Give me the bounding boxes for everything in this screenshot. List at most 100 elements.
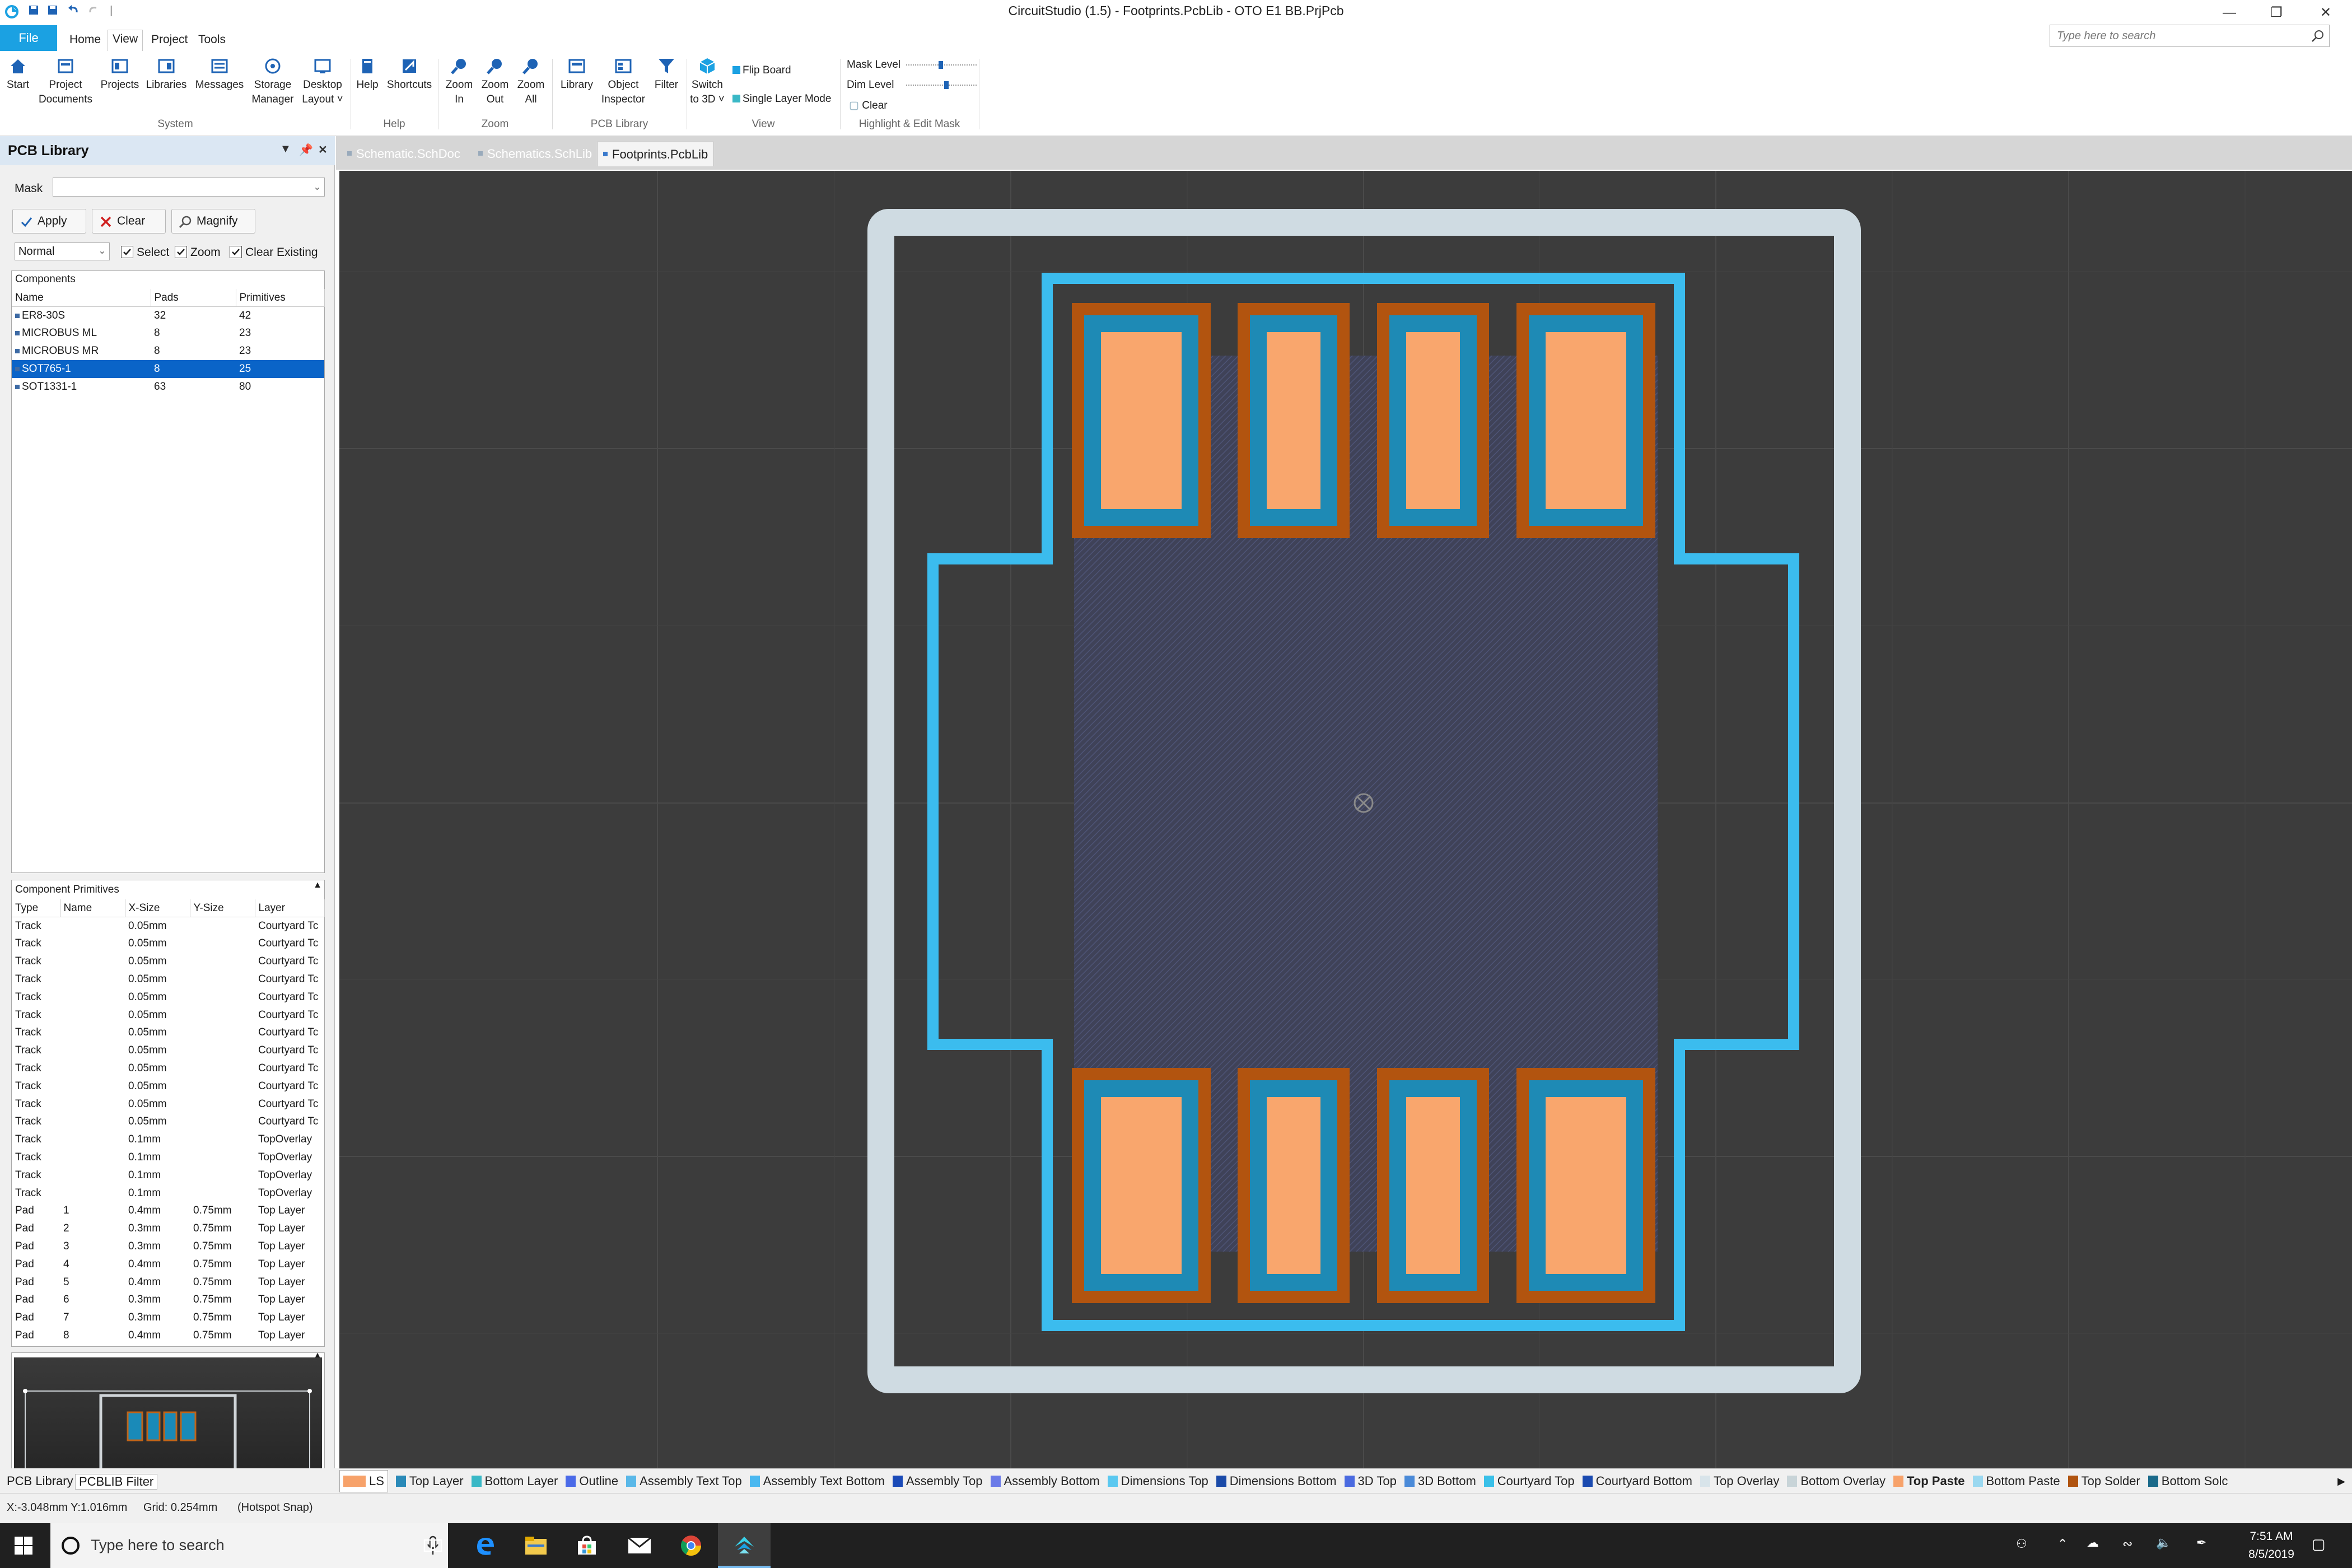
task-view-icon[interactable] xyxy=(423,1537,442,1555)
pad-5[interactable] xyxy=(1516,1068,1655,1303)
menu-project[interactable]: Project xyxy=(147,31,192,49)
layer-tab[interactable]: 3D Bottom xyxy=(1404,1469,1476,1493)
pad-7[interactable] xyxy=(1238,1068,1350,1303)
primitive-row[interactable]: Track 0.05mm Courtyard Tc xyxy=(12,1042,324,1060)
layer-scroll-right-icon[interactable]: ▶ xyxy=(2331,1469,2352,1493)
zoom-checkbox[interactable] xyxy=(175,246,187,258)
mail-icon[interactable] xyxy=(627,1537,652,1555)
zoom-all-button[interactable]: Zoom All xyxy=(514,57,548,107)
volume-icon[interactable]: 🔈 xyxy=(2156,1536,2171,1550)
primitive-row[interactable]: Pad 4 0.4mm 0.75mm Top Layer xyxy=(12,1256,324,1273)
tab-footprints-pcblib[interactable]: Footprints.PcbLib xyxy=(597,142,715,166)
ribbon-search-input[interactable]: Type here to search xyxy=(2050,25,2330,47)
menu-view[interactable]: View xyxy=(108,30,143,51)
layer-tab[interactable]: LS xyxy=(339,1470,388,1492)
mask-dropdown-icon[interactable]: ⌄ xyxy=(314,181,321,193)
col-header-y-size[interactable]: Y-Size xyxy=(190,899,255,918)
zoom-in-button[interactable]: Zoom In xyxy=(442,57,476,107)
pcb-editor-canvas[interactable] xyxy=(339,171,2352,1468)
minimize-icon[interactable]: — xyxy=(2210,2,2249,24)
restore-icon[interactable]: ❐ xyxy=(2257,2,2296,24)
primitive-row[interactable]: Pad 1 0.4mm 0.75mm Top Layer xyxy=(12,1202,324,1220)
layer-tab[interactable]: Dimensions Bottom xyxy=(1216,1469,1337,1493)
footprint-drawing[interactable] xyxy=(339,171,2352,1468)
edge-browser-icon[interactable] xyxy=(474,1534,496,1557)
library-button[interactable]: Library xyxy=(556,57,598,92)
col-header-pads[interactable]: Pads xyxy=(151,289,236,307)
primitive-row[interactable]: Track 0.05mm Courtyard Tc xyxy=(12,953,324,970)
layer-tab[interactable]: Top Paste xyxy=(1893,1469,1965,1493)
search-icon[interactable] xyxy=(2311,29,2325,43)
primitive-row[interactable]: Track 0.05mm Courtyard Tc xyxy=(12,1095,324,1113)
layer-tab[interactable]: Bottom Layer xyxy=(471,1469,558,1493)
people-icon[interactable]: ⚇ xyxy=(2016,1537,2027,1551)
primitive-row[interactable]: Pad 5 0.4mm 0.75mm Top Layer xyxy=(12,1273,324,1291)
component-row[interactable]: MICROBUS ML 8 23 xyxy=(12,325,324,343)
clear-mask-button[interactable]: ▢ Clear xyxy=(849,99,888,112)
store-icon[interactable] xyxy=(577,1536,597,1556)
pad-4[interactable] xyxy=(1516,303,1655,538)
panel-close-icon[interactable]: ✕ xyxy=(318,143,328,157)
component-row[interactable]: SOT765-1 8 25 xyxy=(12,360,324,378)
circuitstudio-taskbar-button[interactable] xyxy=(718,1523,771,1568)
col-header-name[interactable]: Name xyxy=(12,289,151,307)
menu-file[interactable]: File xyxy=(0,25,57,51)
tab-schematic-schdoc[interactable]: Schematic.SchDoc xyxy=(342,142,466,166)
tray-overflow-icon[interactable]: ⌃ xyxy=(2057,1537,2068,1551)
panel-pin-icon[interactable]: 📌 xyxy=(299,143,313,157)
taskbar-time[interactable]: 7:51 AM xyxy=(2238,1530,2305,1543)
component-row[interactable]: ER8-30S 32 42 xyxy=(12,307,324,325)
apply-button[interactable]: Apply xyxy=(12,209,86,234)
col-header-primitives[interactable]: Primitives xyxy=(236,289,325,307)
shortcuts-button[interactable]: Shortcuts xyxy=(384,57,435,92)
layer-tab[interactable]: Assembly Text Bottom xyxy=(749,1469,885,1493)
layer-tab[interactable]: Assembly Bottom xyxy=(990,1469,1100,1493)
mask-level-thumb[interactable] xyxy=(939,61,943,69)
network-wifi-icon[interactable]: ∾ xyxy=(2122,1537,2132,1551)
col-header-layer[interactable]: Layer xyxy=(255,899,325,918)
col-header-x-size[interactable]: X-Size xyxy=(125,899,190,918)
filter-button[interactable]: Filter xyxy=(650,57,683,92)
mode-select[interactable]: Normal ⌄ xyxy=(15,242,110,260)
primitive-row[interactable]: Track 0.05mm Courtyard Tc xyxy=(12,1006,324,1024)
layer-tab[interactable]: Top Layer xyxy=(395,1469,464,1493)
magnify-button[interactable]: Magnify xyxy=(171,209,255,234)
zoom-out-button[interactable]: Zoom Out xyxy=(478,57,512,107)
layer-tab[interactable]: Outline xyxy=(566,1469,618,1493)
chrome-icon[interactable] xyxy=(680,1534,702,1557)
storage-manager-button[interactable]: Storage Manager xyxy=(249,57,297,107)
primitive-row[interactable]: Track 0.05mm Courtyard Tc xyxy=(12,970,324,988)
dim-level-slider[interactable] xyxy=(906,81,977,89)
libraries-button[interactable]: Libraries xyxy=(143,57,189,92)
layer-tab[interactable]: Bottom Solc xyxy=(2148,1469,2228,1493)
component-row[interactable]: MICROBUS MR 8 23 xyxy=(12,342,324,360)
primitive-row[interactable]: Track 0.05mm Courtyard Tc xyxy=(12,917,324,935)
primitive-row[interactable]: Track 0.1mm TopOverlay xyxy=(12,1149,324,1166)
primitive-row[interactable]: Track 0.1mm TopOverlay xyxy=(12,1184,324,1202)
dim-level-thumb[interactable] xyxy=(944,81,949,89)
primitive-row[interactable]: Track 0.05mm Courtyard Tc xyxy=(12,1113,324,1131)
primitive-row[interactable]: Track 0.05mm Courtyard Tc xyxy=(12,1077,324,1095)
messages-button[interactable]: Messages xyxy=(194,57,245,92)
pad-3[interactable] xyxy=(1377,303,1489,538)
primitive-row[interactable]: Pad 7 0.3mm 0.75mm Top Layer xyxy=(12,1309,324,1327)
close-icon[interactable]: ✕ xyxy=(2306,2,2345,24)
select-checkbox[interactable] xyxy=(121,246,133,258)
start-button[interactable]: Start xyxy=(3,57,32,92)
pad-6[interactable] xyxy=(1377,1068,1489,1303)
layer-tab[interactable]: Bottom Overlay xyxy=(1787,1469,1886,1493)
taskbar-search-box[interactable]: Type here to search xyxy=(50,1523,448,1568)
tab-pcb-library[interactable]: PCB Library xyxy=(3,1474,77,1488)
panel-menu-icon[interactable]: ▼ xyxy=(280,143,291,156)
mask-level-slider[interactable] xyxy=(906,61,977,69)
file-explorer-icon[interactable] xyxy=(524,1536,548,1556)
primitive-row[interactable]: Track 0.1mm TopOverlay xyxy=(12,1131,324,1149)
onedrive-cloud-icon[interactable]: ☁ xyxy=(2087,1536,2099,1550)
single-layer-mode-button[interactable]: Single Layer Mode xyxy=(732,93,831,105)
primitive-row[interactable]: Pad 2 0.3mm 0.75mm Top Layer xyxy=(12,1220,324,1238)
primitive-row[interactable]: Track 0.05mm Courtyard Tc xyxy=(12,1060,324,1077)
project-documents-button[interactable]: Project Documents xyxy=(35,57,96,107)
layer-tab[interactable]: Assembly Text Top xyxy=(626,1469,742,1493)
pen-ink-icon[interactable]: ✒ xyxy=(2196,1536,2206,1550)
pad-8[interactable] xyxy=(1072,1068,1211,1303)
